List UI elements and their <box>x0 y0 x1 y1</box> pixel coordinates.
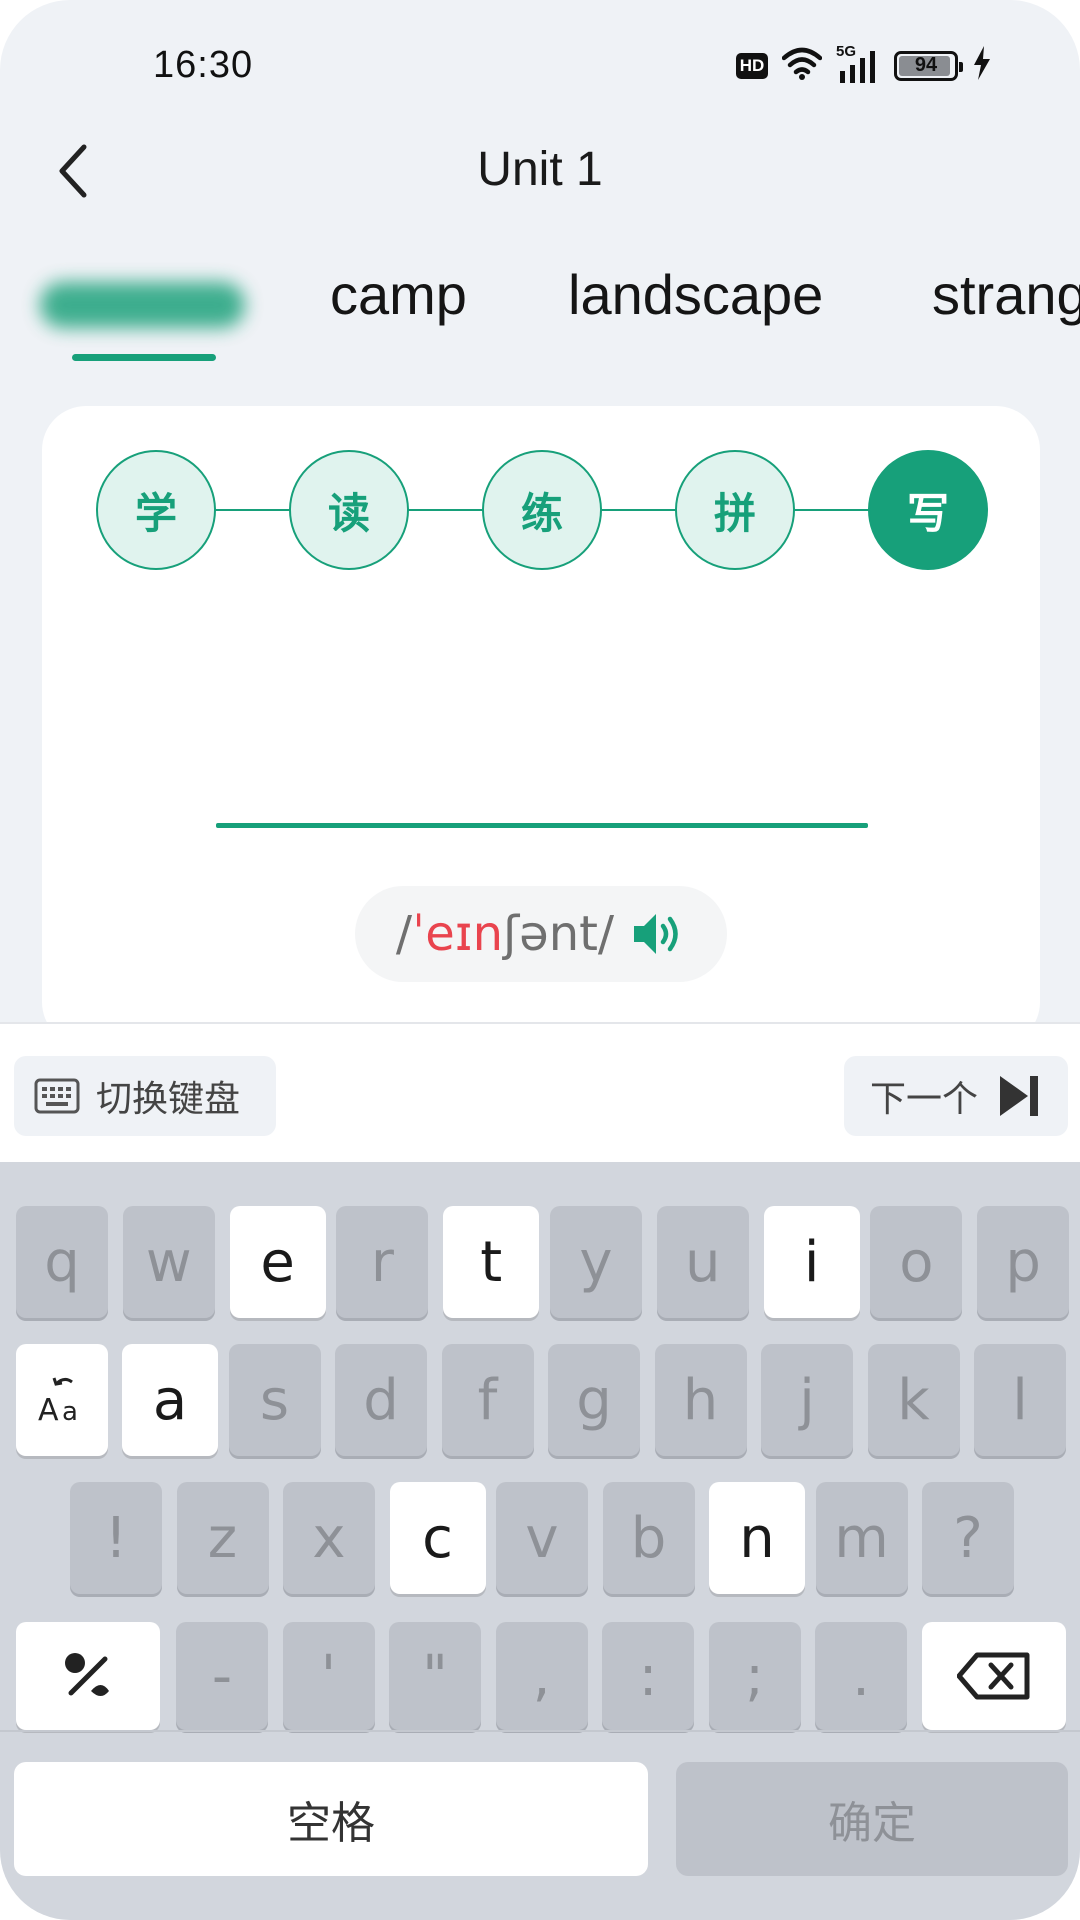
wifi-icon <box>781 46 823 85</box>
key-s[interactable]: s <box>228 1344 321 1456</box>
battery-icon: 94 <box>894 50 963 81</box>
key-symbol[interactable]: . <box>815 1622 907 1730</box>
status-time: 16:30 <box>153 44 254 86</box>
active-tab-indicator <box>72 354 216 361</box>
word-tab-camp[interactable]: camp <box>330 262 467 327</box>
key-u[interactable]: u <box>656 1206 749 1318</box>
key-j[interactable]: j <box>761 1344 853 1456</box>
key-p[interactable]: p <box>977 1206 1070 1318</box>
hd-icon: HD <box>736 52 768 79</box>
status-icons: HD 5G 94 <box>736 43 992 85</box>
key-l[interactable]: l <box>974 1344 1066 1456</box>
step-write[interactable]: 写 <box>868 450 988 570</box>
word-tab-active-obscured[interactable] <box>40 282 245 328</box>
battery-level: 94 <box>914 54 938 76</box>
step-learn[interactable]: 学 <box>96 450 216 570</box>
backspace-key[interactable] <box>922 1622 1066 1730</box>
key-symbol[interactable]: ; <box>708 1622 801 1730</box>
key-symbol[interactable]: " <box>389 1622 481 1730</box>
key-o[interactable]: o <box>870 1206 963 1318</box>
key-h[interactable]: h <box>654 1344 747 1456</box>
signal-5g-icon: 5G <box>836 43 880 83</box>
next-button[interactable]: 下一个 <box>844 1056 1068 1136</box>
key-q[interactable]: q <box>16 1206 108 1318</box>
key-n[interactable]: n <box>709 1482 805 1594</box>
charging-bolt-icon <box>972 46 992 85</box>
svg-text:a: a <box>62 1397 78 1427</box>
key-symbol[interactable]: - <box>176 1622 268 1730</box>
step-practice[interactable]: 练 <box>482 450 602 570</box>
app-screen: 16:30 HD 5G 94 Unit 1 camp landscape str… <box>0 0 1080 1920</box>
key-c[interactable]: c <box>389 1482 486 1594</box>
word-tab-landscape[interactable]: landscape <box>568 262 823 327</box>
symbols-toggle-key[interactable] <box>16 1622 160 1730</box>
key-t[interactable]: t <box>443 1206 540 1318</box>
key-symbol[interactable]: ! <box>70 1482 162 1594</box>
key-d[interactable]: d <box>335 1344 427 1456</box>
page-title: Unit 1 <box>477 143 603 196</box>
key-k[interactable]: k <box>867 1344 960 1456</box>
keyboard-toolbar: 切换键盘 下一个 <box>0 1022 1080 1162</box>
keyboard-icon <box>34 1078 80 1114</box>
case-toggle-key[interactable]: A a <box>16 1344 108 1456</box>
backspace-icon <box>957 1652 1030 1700</box>
key-y[interactable]: y <box>550 1206 642 1318</box>
key-symbol[interactable]: : <box>602 1622 694 1730</box>
step-read[interactable]: 读 <box>289 450 409 570</box>
key-z[interactable]: z <box>176 1482 269 1594</box>
key-a[interactable]: a <box>122 1344 218 1456</box>
case-toggle-icon: A a <box>38 1377 78 1428</box>
keyboard-divider <box>0 1730 1080 1732</box>
word-tab-strang[interactable]: strang <box>932 262 1080 327</box>
switch-keyboard-label: 切换键盘 <box>96 1078 241 1119</box>
key-r[interactable]: r <box>336 1206 429 1318</box>
answer-input-line[interactable] <box>216 823 868 828</box>
key-b[interactable]: b <box>602 1482 695 1594</box>
word-tabs: camp landscape strang <box>0 262 1080 362</box>
key-i[interactable]: i <box>763 1206 860 1318</box>
key-m[interactable]: m <box>815 1482 908 1594</box>
key-g[interactable]: g <box>548 1344 640 1456</box>
key-v[interactable]: v <box>496 1482 588 1594</box>
step-spell[interactable]: 拼 <box>675 450 795 570</box>
symbols-toggle-icon <box>65 1653 109 1696</box>
key-symbol[interactable]: ? <box>922 1482 1014 1594</box>
confirm-key[interactable]: 确定 <box>676 1762 1068 1876</box>
space-key[interactable]: 空格 <box>14 1762 648 1876</box>
key-x[interactable]: x <box>283 1482 375 1594</box>
phonetic-pill[interactable]: /ˈeɪnʃənt/ <box>355 886 727 982</box>
key-e[interactable]: e <box>229 1206 326 1318</box>
key-f[interactable]: f <box>441 1344 534 1456</box>
next-label: 下一个 <box>869 1078 978 1119</box>
switch-keyboard-button[interactable]: 切换键盘 <box>14 1056 276 1136</box>
speaker-icon[interactable] <box>632 911 686 957</box>
skip-next-icon <box>1000 1076 1038 1116</box>
phonetic-text: /ˈeɪnʃənt/ <box>395 906 615 962</box>
svg-text:A: A <box>38 1393 59 1428</box>
key-symbol[interactable]: ' <box>282 1622 375 1730</box>
key-w[interactable]: w <box>122 1206 215 1318</box>
key-symbol[interactable]: , <box>495 1622 588 1730</box>
